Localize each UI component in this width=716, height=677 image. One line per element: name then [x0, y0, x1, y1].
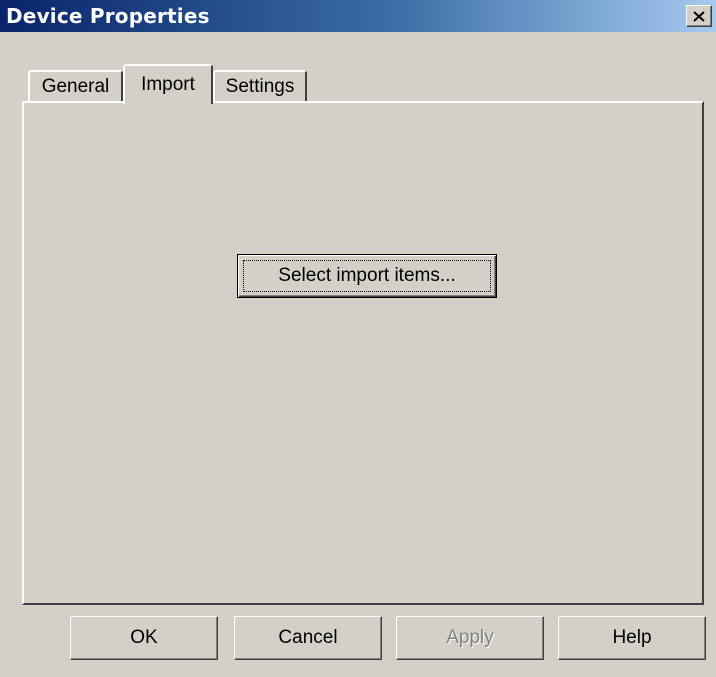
apply-label: Apply	[446, 627, 494, 648]
select-import-items-label: Select import items...	[278, 265, 456, 286]
tab-settings-label: Settings	[225, 76, 295, 97]
select-import-items-button[interactable]: Select import items...	[237, 254, 497, 298]
tab-import[interactable]: Import	[123, 64, 213, 104]
cancel-label: Cancel	[278, 627, 338, 648]
close-button[interactable]	[686, 5, 712, 27]
tab-general-label: General	[41, 76, 110, 97]
cancel-button[interactable]: Cancel	[234, 616, 382, 660]
close-icon	[693, 10, 705, 22]
tab-panel-import	[22, 101, 704, 605]
tab-import-label: Import	[141, 74, 195, 95]
ok-label: OK	[130, 627, 158, 648]
title-bar: Device Properties	[0, 0, 716, 32]
window-title: Device Properties	[6, 4, 210, 28]
tab-settings[interactable]: Settings	[213, 70, 307, 102]
apply-button[interactable]: Apply	[396, 616, 544, 660]
ok-button[interactable]: OK	[70, 616, 218, 660]
help-button[interactable]: Help	[558, 616, 706, 660]
tab-general[interactable]: General	[28, 70, 123, 102]
help-label: Help	[612, 627, 652, 648]
